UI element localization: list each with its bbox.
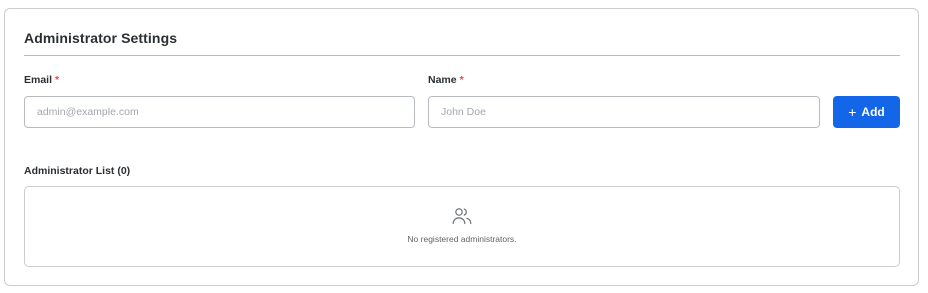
title-divider: [24, 55, 900, 56]
administrator-list-label: Administrator List (0): [24, 165, 131, 177]
card-title: Administrator Settings: [24, 30, 178, 46]
name-required-marker: *: [459, 74, 464, 86]
email-required-marker: *: [55, 74, 60, 86]
empty-state-text: No registered administrators.: [407, 234, 517, 244]
name-label: Name *: [428, 74, 464, 86]
email-label: Email *: [24, 74, 59, 86]
email-label-text: Email: [24, 74, 53, 86]
add-button[interactable]: + Add: [833, 96, 900, 128]
users-icon: [452, 208, 472, 225]
plus-icon: +: [848, 104, 857, 120]
add-button-label: Add: [861, 105, 885, 119]
name-input[interactable]: [428, 96, 820, 128]
name-label-text: Name: [428, 74, 457, 86]
email-input[interactable]: [24, 96, 415, 128]
administrator-list: No registered administrators.: [24, 186, 900, 267]
administrator-settings-card: Administrator Settings Email* Name* + Ad…: [4, 8, 919, 286]
